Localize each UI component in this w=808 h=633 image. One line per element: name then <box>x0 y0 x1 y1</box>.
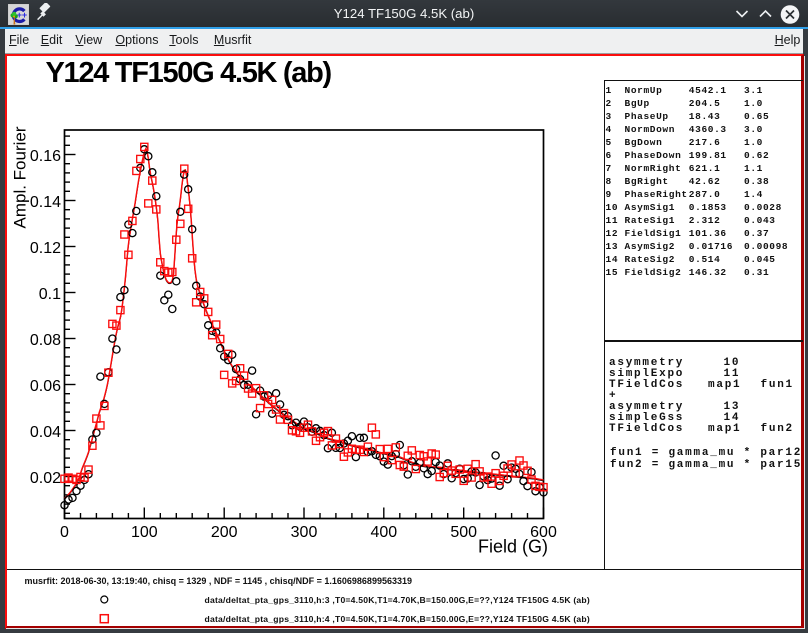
svg-text:0.16: 0.16 <box>30 148 61 165</box>
svg-text:100: 100 <box>131 524 158 541</box>
svg-text:0.04: 0.04 <box>30 424 61 441</box>
svg-text:400: 400 <box>370 524 397 541</box>
svg-text:0.06: 0.06 <box>30 378 61 395</box>
svg-text:0.1: 0.1 <box>39 286 61 303</box>
svg-text:0.12: 0.12 <box>30 240 61 257</box>
svg-text:0.08: 0.08 <box>30 332 61 349</box>
svg-text:500: 500 <box>450 524 477 541</box>
svg-text:0.02: 0.02 <box>30 470 61 487</box>
svg-text:Y124 TF150G 4.5K (ab): Y124 TF150G 4.5K (ab) <box>46 57 332 89</box>
svg-text:0: 0 <box>60 524 69 541</box>
svg-text:0.14: 0.14 <box>30 194 61 211</box>
svg-text:Field (G): Field (G) <box>478 537 548 557</box>
svg-text:300: 300 <box>291 524 318 541</box>
svg-text:200: 200 <box>211 524 238 541</box>
svg-text:Ampl. Fourier: Ampl. Fourier <box>11 126 30 228</box>
